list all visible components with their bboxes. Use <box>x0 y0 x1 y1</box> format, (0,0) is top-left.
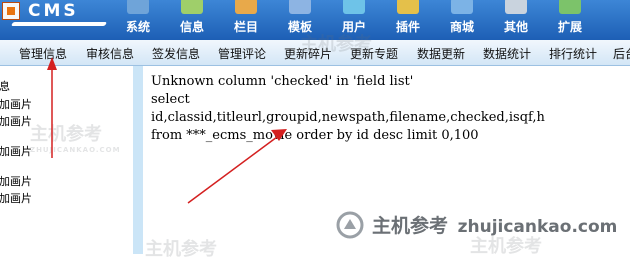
arrow-to-checked-icon <box>187 129 287 204</box>
arrow-to-menu-icon <box>47 57 57 158</box>
annotation-arrows <box>47 57 287 204</box>
